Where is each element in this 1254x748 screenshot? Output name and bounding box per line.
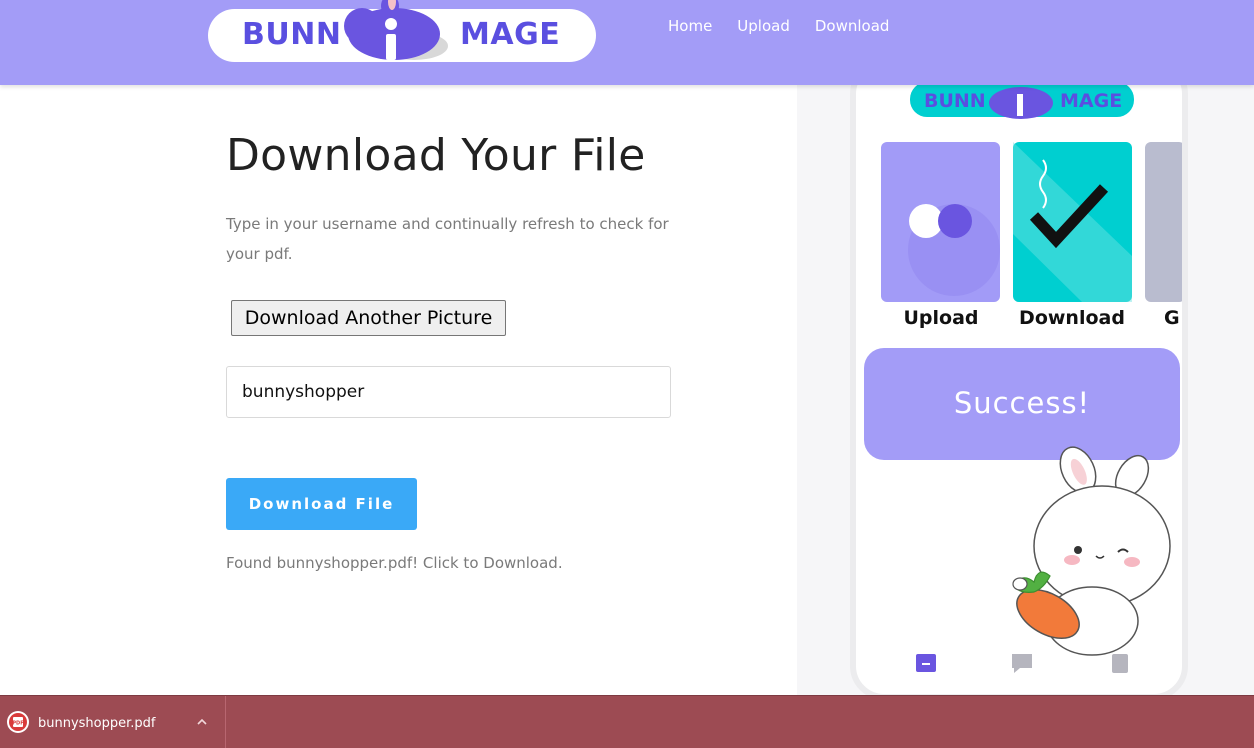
- page-title: Download Your File: [226, 130, 646, 181]
- bunny-carrot-illustration: [1012, 446, 1171, 656]
- download-item[interactable]: PDF bunnyshopper.pdf: [0, 696, 226, 748]
- main-nav: Home Upload Download: [668, 17, 889, 35]
- top-header: BUNN MAGE Home Upload Download: [0, 0, 1254, 85]
- third-card: [1145, 142, 1182, 302]
- username-input[interactable]: [226, 366, 671, 418]
- found-file-message[interactable]: Found bunnyshopper.pdf! Click to Downloa…: [226, 554, 563, 572]
- download-bar: PDF bunnyshopper.pdf: [0, 695, 1254, 748]
- toggle-icon: [909, 204, 943, 238]
- logo-text-left: BUNN: [242, 17, 342, 52]
- chevron-up-icon[interactable]: [196, 716, 208, 728]
- phone-logo-text-left: BUNN: [924, 90, 986, 112]
- download-file-name: bunnyshopper.pdf: [38, 716, 156, 731]
- download-card-label: Download: [1019, 307, 1125, 329]
- logo-text-right: MAGE: [460, 17, 561, 52]
- bunnimage-logo[interactable]: BUNN MAGE: [208, 0, 596, 62]
- book-icon: [1112, 654, 1128, 673]
- phone-logo-text-right: MAGE: [1060, 90, 1122, 112]
- success-text: Success!: [954, 386, 1090, 420]
- chat-icon: [1012, 654, 1032, 673]
- phone-screen: BUNN MAGE Upload Download G Success!: [864, 82, 1182, 673]
- third-card-label: G: [1164, 307, 1180, 329]
- upload-card-label: Upload: [903, 307, 978, 329]
- nav-home-link[interactable]: Home: [668, 17, 712, 35]
- download-another-picture-button[interactable]: Download Another Picture: [231, 300, 506, 336]
- pdf-file-icon: PDF: [7, 711, 29, 733]
- svg-text:PDF: PDF: [12, 721, 23, 727]
- bunny-logo-icon: [344, 0, 448, 60]
- phone-mockup: BUNN MAGE Upload Download G Success!: [850, 60, 1188, 700]
- nav-download-link[interactable]: Download: [815, 17, 890, 35]
- page-description: Type in your username and continually re…: [226, 215, 669, 263]
- download-file-button[interactable]: Download File: [226, 478, 417, 530]
- nav-upload-link[interactable]: Upload: [737, 17, 790, 35]
